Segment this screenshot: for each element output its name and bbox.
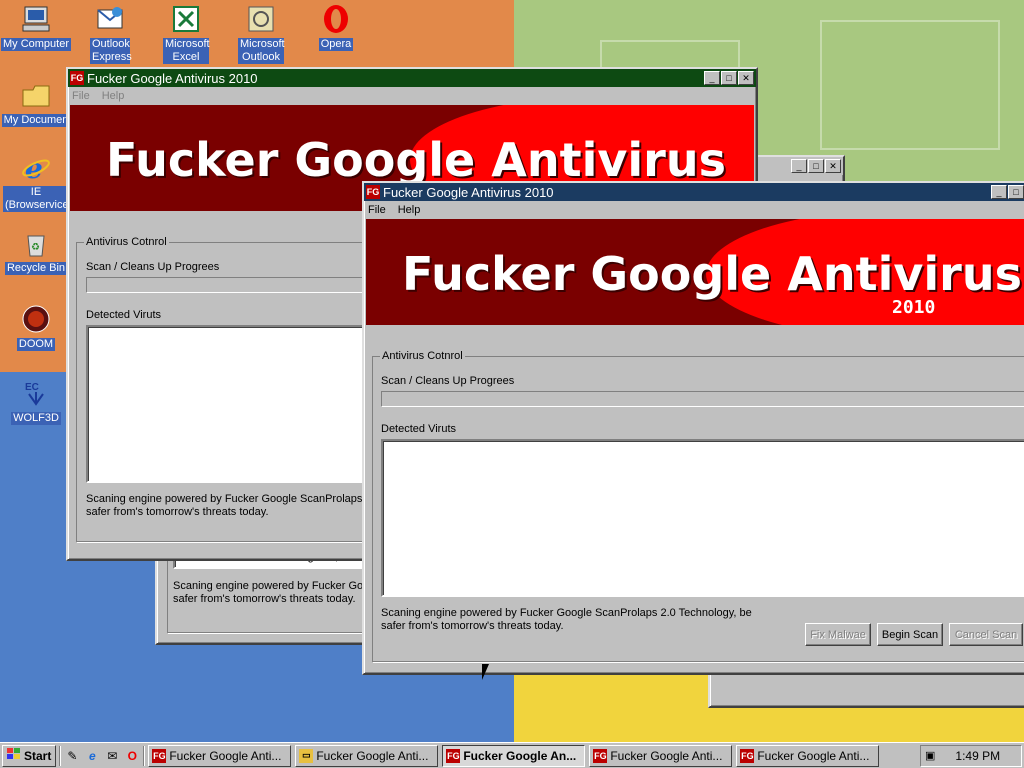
taskbar-task[interactable]: FG Fucker Google Anti...: [589, 744, 733, 767]
maximize-button[interactable]: □: [1008, 185, 1024, 199]
scan-progress-label: Scan / Cleans Up Progrees: [381, 375, 515, 387]
outlook-express-icon: [93, 2, 127, 36]
outlook-icon[interactable]: ✉: [104, 748, 120, 764]
my-computer-icon: [19, 2, 53, 36]
scan-progress-bar: [86, 277, 386, 293]
opera-icon: [319, 2, 353, 36]
ie-icon[interactable]: e: [84, 748, 100, 764]
tray-app-icon[interactable]: ▣: [925, 749, 935, 762]
show-desktop-icon[interactable]: ✎: [64, 748, 80, 764]
desktop-icon-wolf3d[interactable]: EC WOLF3D: [0, 376, 72, 425]
taskbar-task[interactable]: FG Fucker Google Anti...: [148, 744, 292, 767]
menu-bar: File Help: [364, 201, 1024, 219]
powered-text-2: safer from's tomorrow's threats today.: [381, 620, 564, 632]
close-button[interactable]: ✕: [738, 71, 754, 85]
banner-title: Fucker Google Antivirus: [106, 133, 726, 187]
fix-malware-button[interactable]: Fix Malwae: [805, 623, 871, 646]
menu-file[interactable]: File: [368, 204, 386, 216]
wolf3d-icon: EC: [19, 376, 53, 410]
menu-bar: File Help: [68, 87, 756, 105]
app-logo-icon: FG: [446, 748, 461, 763]
taskbar: Start ✎ e ✉ O FG Fucker Google Anti... ▭ F…: [0, 742, 1024, 768]
begin-scan-button[interactable]: Begin Scan: [877, 623, 943, 646]
desktop-icon-doom[interactable]: DOOM: [0, 302, 72, 351]
minimize-button[interactable]: _: [704, 71, 720, 85]
menu-help[interactable]: Help: [102, 90, 125, 102]
detected-label: Detected Viruts: [381, 423, 457, 435]
taskbar-task[interactable]: ▭ Fucker Google Anti...: [295, 744, 439, 767]
cancel-scan-button[interactable]: Cancel Scan: [949, 623, 1023, 646]
powered-text: Scaning engine powered by Fucker Google …: [86, 493, 372, 505]
my-documents-icon: [19, 78, 53, 112]
desktop-icon-outlook-express[interactable]: Outlook Express: [74, 2, 146, 64]
taskbar-task-active[interactable]: FG Fucker Google An...: [442, 744, 586, 767]
opera-icon[interactable]: O: [124, 748, 140, 764]
outlook-icon: [244, 2, 278, 36]
close-button[interactable]: ✕: [825, 159, 841, 173]
app-logo-icon: FG: [152, 748, 167, 763]
app-logo-icon: FG: [70, 71, 84, 85]
wallpaper-glass-pane: [820, 20, 1000, 150]
menu-file[interactable]: File: [72, 90, 90, 102]
powered-text: Scaning engine powered by Fucker Google …: [381, 607, 752, 619]
excel-icon: [169, 2, 203, 36]
banner-title: Fucker Google Antivirus: [402, 247, 1022, 301]
powered-text-2: safer from's tomorrow's threats today.: [86, 506, 269, 518]
ie-icon: e: [19, 150, 53, 184]
app-logo-icon: FG: [593, 748, 608, 763]
banner: Fucker Google Antivirus 2010: [366, 219, 1024, 325]
system-tray: ▣ 1:49 PM: [920, 744, 1022, 767]
banner-year: 2010: [892, 297, 936, 318]
antivirus-window-front[interactable]: FG Fucker Google Antivirus 2010 _ □ File…: [362, 181, 1024, 675]
desktop-icon-recycle-bin[interactable]: ♻ Recycle Bin: [0, 226, 72, 275]
taskbar-separator: [59, 745, 62, 766]
desktop-icon-my-computer[interactable]: My Computer: [0, 2, 72, 51]
taskbar-task[interactable]: FG Fucker Google Anti...: [736, 744, 880, 767]
title-bar[interactable]: FG Fucker Google Antivirus 2010 _ □: [364, 183, 1024, 201]
mouse-cursor-icon: [482, 664, 489, 680]
app-logo-icon: FG: [366, 185, 380, 199]
group-label: Antivirus Cotnrol: [380, 350, 465, 362]
desktop-icon-outlook[interactable]: Microsoft Outlook: [225, 2, 297, 64]
detected-label: Detected Viruts: [86, 309, 162, 321]
detected-list[interactable]: [381, 439, 1024, 597]
scan-progress-label: Scan / Cleans Up Progrees: [86, 261, 220, 273]
start-button[interactable]: Start: [2, 744, 57, 767]
recycle-bin-icon: ♻: [19, 226, 53, 260]
folder-icon: ▭: [299, 748, 314, 763]
desktop-icon-my-documents[interactable]: My Documen: [0, 78, 72, 127]
svg-text:♻: ♻: [31, 242, 40, 253]
taskbar-separator: [143, 745, 146, 766]
minimize-button[interactable]: _: [991, 185, 1007, 199]
clock[interactable]: 1:49 PM: [955, 749, 1000, 763]
svg-text:EC: EC: [25, 382, 39, 393]
quick-launch: ✎ e ✉ O: [64, 748, 140, 764]
desktop-icon-opera[interactable]: Opera: [300, 2, 372, 51]
detected-list[interactable]: [86, 325, 386, 483]
desktop-icon-ie[interactable]: e IE (Browservice: [0, 150, 72, 212]
title-bar[interactable]: FG Fucker Google Antivirus 2010 _ □ ✕: [68, 69, 756, 87]
desktop-icon-excel[interactable]: Microsoft Excel: [150, 2, 222, 64]
scan-progress-bar: [381, 391, 1024, 407]
maximize-button[interactable]: □: [808, 159, 824, 173]
maximize-button[interactable]: □: [721, 71, 737, 85]
minimize-button[interactable]: _: [791, 159, 807, 173]
windows-logo-icon: [7, 748, 21, 763]
doom-icon: [19, 302, 53, 336]
menu-help[interactable]: Help: [398, 204, 421, 216]
app-logo-icon: FG: [740, 748, 755, 763]
group-label: Antivirus Cotnrol: [84, 236, 169, 248]
